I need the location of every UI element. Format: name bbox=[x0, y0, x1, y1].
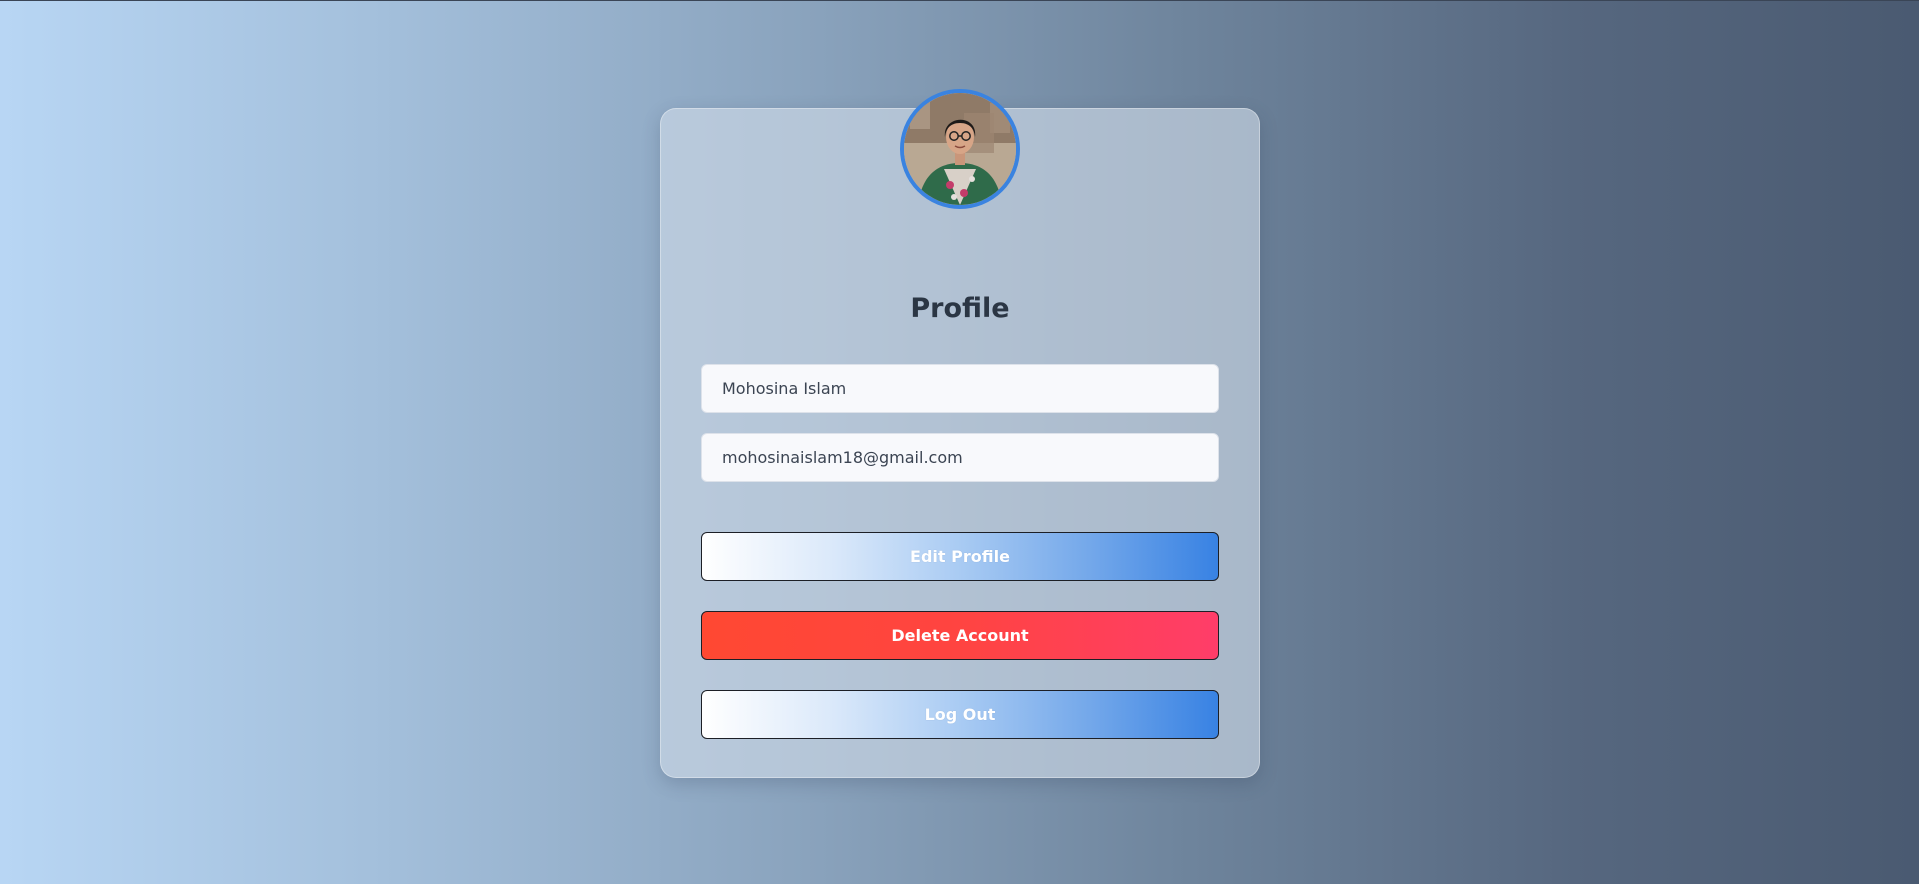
email-field[interactable] bbox=[701, 433, 1219, 482]
user-photo-icon bbox=[904, 93, 1016, 205]
avatar bbox=[900, 89, 1020, 209]
delete-account-button[interactable]: Delete Account bbox=[701, 611, 1219, 660]
edit-profile-button[interactable]: Edit Profile bbox=[701, 532, 1219, 581]
log-out-button[interactable]: Log Out bbox=[701, 690, 1219, 739]
name-field[interactable] bbox=[701, 364, 1219, 413]
page-title: Profile bbox=[910, 293, 1010, 324]
